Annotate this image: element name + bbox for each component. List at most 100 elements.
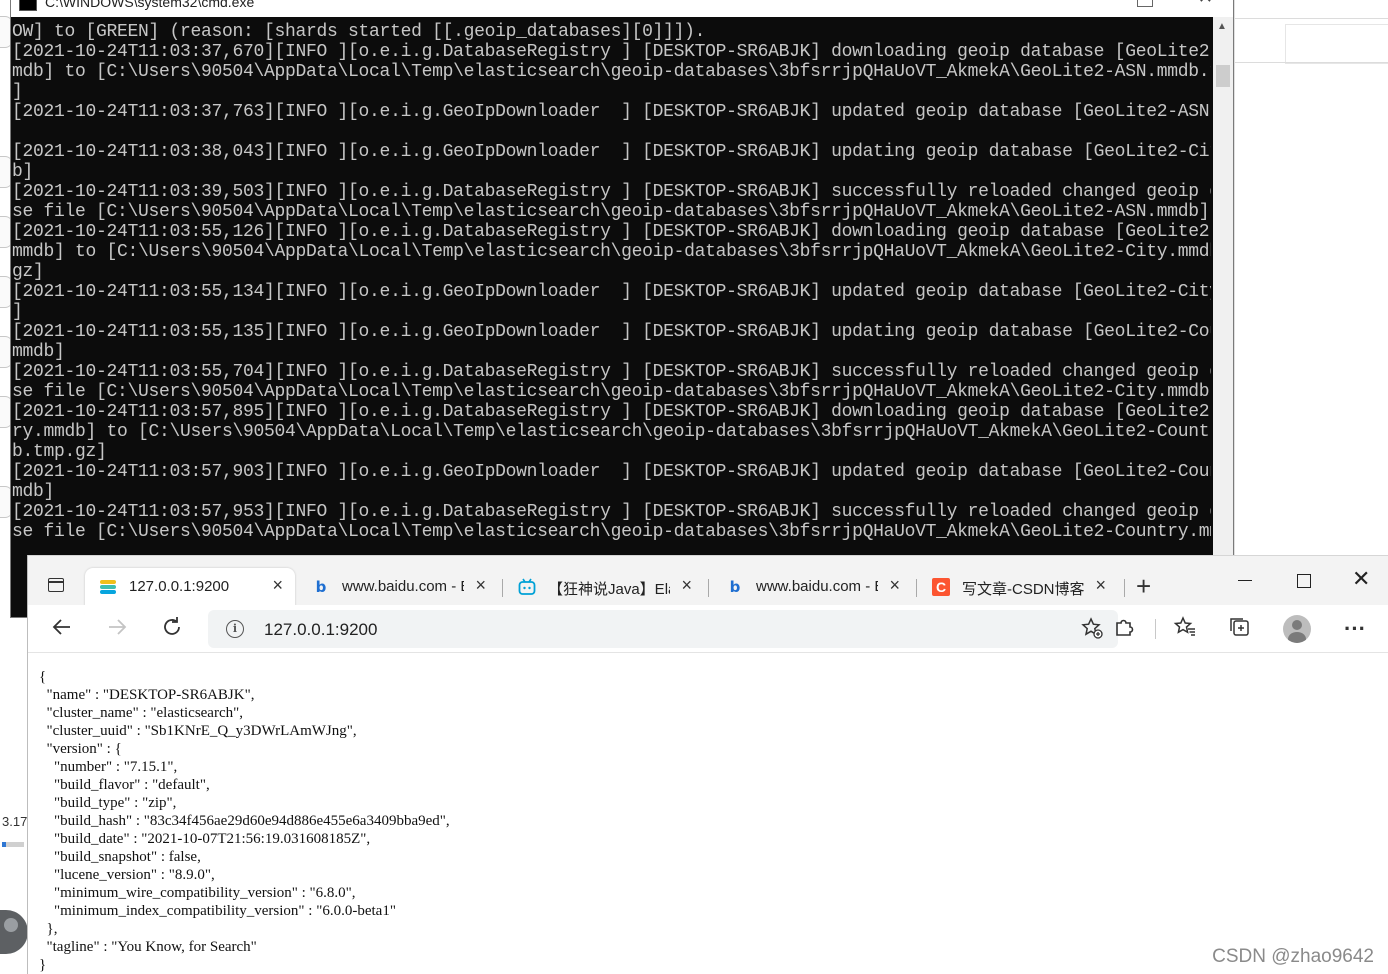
tab-label: www.baidu.com - E	[342, 578, 464, 595]
console-line: ]	[12, 82, 23, 102]
cmd-app-icon	[19, 0, 37, 11]
tab-strip: 127.0.0.1:9200 × b www.baidu.com - E × 【…	[28, 555, 1388, 606]
tab-csdn-write[interactable]: C 写文章-CSDN博客 ×	[918, 568, 1118, 606]
console-line: b]	[12, 162, 34, 182]
maximize-button[interactable]	[1297, 574, 1311, 588]
tab-close-icon[interactable]: ×	[475, 575, 486, 596]
tab-label: 写文章-CSDN博客	[962, 581, 1085, 598]
console-line: [2021-10-24T11:03:57,895][INFO ][o.e.i.g…	[12, 402, 1211, 422]
console-line: gz]	[12, 262, 44, 282]
collections-button[interactable]	[1226, 615, 1254, 643]
background-right-window	[1234, 0, 1388, 555]
refresh-button[interactable]	[158, 615, 186, 643]
json-line: "cluster_uuid" : "Sb1KNrE_Q_y3DWrLAmWJng…	[39, 723, 357, 739]
background-side-number: 3.17	[2, 814, 28, 829]
bing-icon: b	[729, 578, 741, 596]
json-response: { "name" : "DESKTOP-SR6ABJK", "cluster_n…	[39, 668, 1239, 974]
console-line: ry.mmdb] to [C:\Users\90504\AppData\Loca…	[12, 422, 1211, 442]
console-line: ]	[12, 302, 23, 322]
console-line: mdb]	[12, 482, 55, 502]
tab-kuangshen-java[interactable]: 【狂神说Java】Ela ×	[504, 568, 704, 606]
console-line: [2021-10-24T11:03:55,135][INFO ][o.e.i.g…	[12, 322, 1211, 342]
console-line: [2021-10-24T11:03:55,704][INFO ][o.e.i.g…	[12, 362, 1211, 382]
close-window-button[interactable]: ✕	[1352, 566, 1370, 592]
tab-actions-icon[interactable]	[48, 578, 64, 592]
console-line: [2021-10-24T11:03:57,903][INFO ][o.e.i.g…	[12, 462, 1211, 482]
console-line: [2021-10-24T11:03:37,670][INFO ][o.e.i.g…	[12, 42, 1211, 62]
browser-toolbar: i 127.0.0.1:9200 ···	[28, 605, 1388, 653]
console-line: se file [C:\Users\90504\AppData\Local\Te…	[12, 382, 1211, 402]
console-line: [2021-10-24T11:03:38,043][INFO ][o.e.i.g…	[12, 142, 1211, 162]
json-line: "number" : "7.15.1",	[39, 759, 178, 775]
cmd-titlebar[interactable]: C:\WINDOWS\system32\cmd.exe ✕	[11, 0, 1233, 17]
tab-baidu-2[interactable]: b www.baidu.com - E ×	[712, 568, 912, 606]
back-button[interactable]	[48, 615, 76, 643]
json-line: "build_hash" : "83c34f456ae29d60e94d886e…	[39, 813, 450, 829]
tab-label: 127.0.0.1:9200	[129, 578, 230, 595]
bilibili-icon	[518, 578, 536, 596]
forward-arrow-icon	[109, 619, 127, 635]
json-line: "minimum_wire_compatibility_version" : "…	[39, 885, 356, 901]
refresh-icon	[164, 617, 180, 635]
new-tab-button[interactable]: +	[1136, 571, 1151, 602]
json-line: "build_type" : "zip",	[39, 795, 177, 811]
browser-window[interactable]: 127.0.0.1:9200 × b www.baidu.com - E × 【…	[27, 555, 1388, 974]
console-line: b.tmp.gz]	[12, 442, 107, 462]
console-line: [2021-10-24T11:03:57,953][INFO ][o.e.i.g…	[12, 502, 1211, 522]
console-line: mdb] to [C:\Users\90504\AppData\Local\Te…	[12, 62, 1211, 82]
minimize-button[interactable]	[1238, 580, 1252, 581]
console-output[interactable]: OW] to [GREEN] (reason: [shards started …	[12, 22, 1211, 617]
scrollbar-thumb[interactable]	[1216, 65, 1230, 87]
console-line: mmdb] to [C:\Users\90504\AppData\Local\T…	[12, 242, 1211, 262]
console-line: [2021-10-24T11:03:55,134][INFO ][o.e.i.g…	[12, 282, 1211, 302]
json-line: }	[39, 957, 47, 973]
tab-close-icon[interactable]: ×	[1095, 575, 1106, 596]
json-line: "cluster_name" : "elasticsearch",	[39, 705, 244, 721]
console-line: [2021-10-24T11:03:39,503][INFO ][o.e.i.g…	[12, 182, 1211, 202]
csdn-icon: C	[932, 578, 950, 596]
collections-icon	[1230, 618, 1249, 636]
console-line: OW] to [GREEN] (reason: [shards started …	[12, 22, 706, 42]
tab-label: 【狂神说Java】Ela	[548, 581, 670, 598]
json-line: "lucene_version" : "8.9.0",	[39, 867, 215, 883]
json-line: "version" : {	[39, 741, 122, 757]
more-menu-button[interactable]: ···	[1341, 615, 1369, 643]
cmd-maximize-button[interactable]	[1137, 0, 1153, 7]
back-arrow-icon	[52, 619, 70, 635]
background-progress-bar	[2, 842, 24, 847]
extensions-button[interactable]	[1110, 615, 1138, 643]
cmd-close-button[interactable]: ✕	[1198, 0, 1213, 8]
add-favorite-icon[interactable]	[1080, 616, 1104, 646]
cmd-window[interactable]: C:\WINDOWS\system32\cmd.exe ✕ OW] to [GR…	[10, 0, 1234, 618]
console-line: [2021-10-24T11:03:37,763][INFO ][o.e.i.g…	[12, 102, 1211, 122]
cmd-scrollbar[interactable]: ▲	[1213, 17, 1233, 617]
profile-avatar[interactable]	[1283, 615, 1311, 643]
cmd-title: C:\WINDOWS\system32\cmd.exe	[45, 0, 255, 10]
tab-elasticsearch[interactable]: 127.0.0.1:9200 ×	[85, 568, 295, 606]
tab-close-icon[interactable]: ×	[681, 575, 692, 596]
tab-close-icon[interactable]: ×	[272, 575, 283, 596]
scroll-up-icon[interactable]: ▲	[1217, 21, 1227, 32]
tab-close-icon[interactable]: ×	[889, 575, 900, 596]
url-text[interactable]: 127.0.0.1:9200	[264, 620, 377, 640]
json-line: "tagline" : "You Know, for Search"	[39, 939, 257, 955]
tab-baidu-1[interactable]: b www.baidu.com - E ×	[298, 568, 498, 606]
json-line: "build_flavor" : "default",	[39, 777, 210, 793]
json-line: "build_snapshot" : false,	[39, 849, 201, 865]
forward-button[interactable]	[103, 615, 131, 643]
json-line: {	[39, 669, 47, 685]
site-info-icon[interactable]: i	[226, 620, 244, 638]
puzzle-icon	[1116, 619, 1134, 636]
json-line: },	[39, 921, 58, 937]
console-line: mmdb]	[12, 342, 65, 362]
json-line: "minimum_index_compatibility_version" : …	[39, 903, 396, 919]
console-line: se file [C:\Users\90504\AppData\Local\Te…	[12, 202, 1210, 222]
favorites-button[interactable]	[1171, 615, 1199, 643]
elasticsearch-icon	[99, 578, 117, 596]
bing-icon: b	[315, 578, 327, 596]
address-bar[interactable]: i 127.0.0.1:9200	[208, 610, 1118, 648]
csdn-watermark: CSDN @zhao9642	[1212, 946, 1374, 967]
console-line: [2021-10-24T11:03:55,126][INFO ][o.e.i.g…	[12, 222, 1211, 242]
tab-label: www.baidu.com - E	[756, 578, 878, 595]
